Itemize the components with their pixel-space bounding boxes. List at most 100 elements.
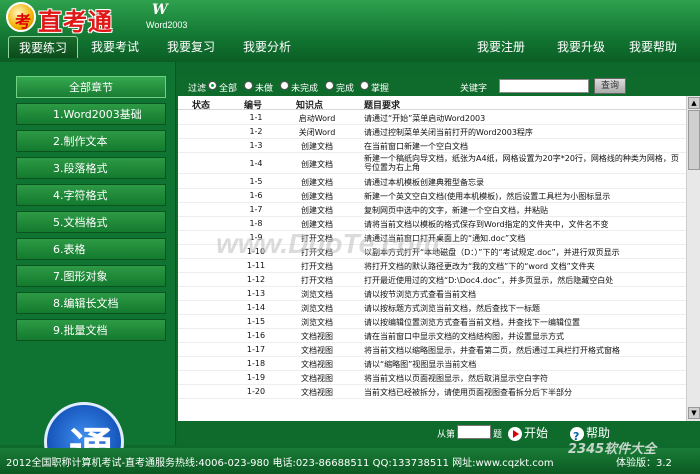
tab-practice[interactable]: 我要练习: [8, 36, 78, 58]
radio-complete[interactable]: [325, 81, 334, 90]
search-button[interactable]: 查询: [594, 78, 626, 94]
scroll-thumb[interactable]: [688, 110, 700, 170]
table-header: 状态 编号 知识点 题目要求: [178, 96, 686, 111]
table-row[interactable]: 1-16 文档视图 请在当前窗口中显示文档的文档结构图，并设置显示方式: [178, 329, 686, 343]
row-requirement: 请通过本机模板创建典雅型备忘录: [364, 178, 484, 187]
sidebar-item-chapter-8[interactable]: 8.编辑长文档: [16, 292, 166, 314]
table-row[interactable]: 1-17 文档视图 将当前文档以缩略图显示，并查看第二页，然后通过工具栏打开格式窗格: [178, 343, 686, 357]
table-row[interactable]: 1-1 启动Word 请通过“开始”菜单启动Word2003: [178, 111, 686, 125]
col-id[interactable]: 编号: [244, 98, 262, 111]
row-requirement: 将打开文档的默认路径更改为“我的文档”下的“word 文档”文件夹: [364, 262, 595, 271]
row-knowledge-point: 启动Word: [298, 114, 336, 123]
row-id: 1-3: [249, 141, 263, 150]
scrollbar[interactable]: ▲ ▼: [686, 96, 700, 421]
col-requirement[interactable]: 题目要求: [364, 98, 400, 111]
sidebar-item-chapter-9[interactable]: 9.批量文档: [16, 319, 166, 341]
row-knowledge-point: 文档视图: [301, 374, 333, 383]
table-row[interactable]: 1-2 关闭Word 请通过控制菜单关闭当前打开的Word2003程序: [178, 125, 686, 139]
radio-mastered[interactable]: [360, 81, 369, 90]
row-requirement: 复制网页中选中的文字，新建一个空白文档，并粘贴: [364, 206, 548, 215]
row-requirement: 请在当前窗口中显示文档的文档结构图，并设置显示方式: [364, 332, 564, 341]
tab-analysis[interactable]: 我要分析: [236, 36, 298, 58]
sidebar-item-chapter-2[interactable]: 2.制作文本: [16, 130, 166, 152]
sidebar-item-chapter-5[interactable]: 5.文档格式: [16, 211, 166, 233]
scroll-up-icon[interactable]: ▲: [688, 97, 700, 109]
table-row[interactable]: 1-7 创建文档 复制网页中选中的文字，新建一个空白文档，并粘贴: [178, 203, 686, 217]
row-knowledge-point: 文档视图: [301, 360, 333, 369]
row-requirement: 请以按标题方式浏览当前文档，然后查找下一标题: [364, 304, 540, 313]
row-id: 1-18: [246, 359, 266, 368]
row-requirement: 打开最近使用过的文档“D:\Doc4.doc”，并多页显示，然后隐藏空白处: [364, 276, 614, 285]
row-id: 1-4: [249, 159, 263, 168]
row-id: 1-11: [246, 261, 266, 270]
row-knowledge-point: 浏览文档: [301, 290, 333, 299]
table-row[interactable]: 1-11 打开文档 将打开文档的默认路径更改为“我的文档”下的“word 文档”文件…: [178, 259, 686, 273]
app-header: 考 直考通 W Word2003 我要练习 我要考试 我要复习 我要分析 我要注…: [0, 0, 700, 62]
row-id: 1-7: [249, 205, 263, 214]
row-requirement: 请以按节浏览方式查看当前文档: [364, 290, 476, 299]
from-label: 从第: [437, 430, 456, 440]
sidebar-item-chapter-7[interactable]: 7.图形对象: [16, 265, 166, 287]
row-requirement: 请通过“开始”菜单启动Word2003: [364, 114, 486, 123]
table-row[interactable]: 1-12 打开文档 打开最近使用过的文档“D:\Doc4.doc”，并多页显示，然后…: [178, 273, 686, 287]
row-knowledge-point: 打开文档: [301, 262, 333, 271]
app-title: 直考通: [38, 8, 113, 36]
row-knowledge-point: 文档视图: [301, 332, 333, 341]
table-row[interactable]: 1-13 浏览文档 请以按节浏览方式查看当前文档: [178, 287, 686, 301]
table-row[interactable]: 1-20 文档视图 当前文档已经被拆分，请使用页面视图查看拆分后下半部分: [178, 385, 686, 399]
row-id: 1-6: [249, 191, 263, 200]
col-knowledge-point[interactable]: 知识点: [296, 98, 323, 111]
sidebar-item-chapter-3[interactable]: 3.段落格式: [16, 157, 166, 179]
table-row[interactable]: 1-4 创建文档 新建一个稿纸向导文档，纸张为A4纸，网格设置为20字*20行，网格…: [178, 153, 686, 174]
table-row[interactable]: 1-3 创建文档 在当前窗口新建一个空白文档: [178, 139, 686, 153]
row-knowledge-point: 创建文档: [301, 142, 333, 151]
table-row[interactable]: 1-14 浏览文档 请以按标题方式浏览当前文档，然后查找下一标题: [178, 301, 686, 315]
table-row[interactable]: 1-5 创建文档 请通过本机模板创建典雅型备忘录: [178, 175, 686, 189]
table-row[interactable]: 1-15 浏览文档 请以按编辑位置浏览方式查看当前文档，并查找下一编辑位置: [178, 315, 686, 329]
start-button[interactable]: 开始: [508, 423, 560, 443]
sidebar-item-all-chapters[interactable]: 全部章节: [16, 76, 166, 98]
tab-exam[interactable]: 我要考试: [84, 36, 146, 58]
row-requirement: 当前文档已经被拆分，请使用页面视图查看拆分后下半部分: [364, 388, 572, 397]
keyword-input[interactable]: [499, 79, 589, 93]
corner-watermark: 2345软件大全: [568, 442, 657, 457]
sidebar-item-chapter-4[interactable]: 4.字符格式: [16, 184, 166, 206]
row-id: 1-13: [246, 289, 266, 298]
tab-review[interactable]: 我要复习: [160, 36, 222, 58]
question-label: 题: [493, 430, 503, 440]
row-id: 1-20: [246, 387, 266, 396]
table-row[interactable]: 1-6 创建文档 新建一个英文空白文档(使用本机模板)，然后设置工具栏为小图标显示: [178, 189, 686, 203]
radio-all[interactable]: [208, 81, 217, 90]
row-requirement: 请以“缩略图”视图显示当前文档: [364, 360, 477, 369]
table-row[interactable]: 1-18 文档视图 请以“缩略图”视图显示当前文档: [178, 357, 686, 371]
row-requirement: 新建一个稿纸向导文档，纸张为A4纸，网格设置为20字*20行，网格线的种类为网格…: [364, 154, 679, 172]
radio-incomplete-label: 未完成: [291, 84, 319, 94]
start-question-input[interactable]: [457, 425, 491, 439]
sidebar-item-chapter-6[interactable]: 6.表格: [16, 238, 166, 260]
row-knowledge-point: 文档视图: [301, 388, 333, 397]
row-knowledge-point: 浏览文档: [301, 318, 333, 327]
radio-undone[interactable]: [244, 81, 253, 90]
tab-help[interactable]: 我要帮助: [622, 36, 684, 58]
table-row[interactable]: 1-19 文档视图 将当前文档以页面视图显示，然后取消显示空白字符: [178, 371, 686, 385]
filter-label: 过滤: [188, 84, 207, 94]
row-knowledge-point: 创建文档: [301, 192, 333, 201]
radio-incomplete[interactable]: [280, 81, 289, 90]
scroll-down-icon[interactable]: ▼: [688, 407, 700, 419]
row-requirement: 请以按编辑位置浏览方式查看当前文档，并查找下一编辑位置: [364, 318, 580, 327]
word-logo-icon: W: [152, 2, 168, 18]
tab-register[interactable]: 我要注册: [470, 36, 532, 58]
radio-complete-label: 完成: [336, 84, 355, 94]
chapter-sidebar: 全部章节 1.Word2003基础 2.制作文本 3.段落格式 4.字符格式 5…: [0, 62, 176, 474]
sidebar-item-chapter-1[interactable]: 1.Word2003基础: [16, 103, 166, 125]
row-requirement: 将当前文档以缩略图显示，并查看第二页，然后通过工具栏打开格式窗格: [364, 346, 620, 355]
row-id: 1-1: [249, 113, 263, 122]
keyword-label: 关键字: [460, 84, 488, 94]
row-knowledge-point: 关闭Word: [298, 128, 336, 137]
tab-upgrade[interactable]: 我要升级: [550, 36, 612, 58]
row-knowledge-point: 创建文档: [301, 178, 333, 187]
product-name: Word2003: [146, 20, 188, 30]
start-button-label: 开始: [524, 426, 549, 440]
row-id: 1-8: [249, 219, 263, 228]
col-status[interactable]: 状态: [192, 98, 210, 111]
